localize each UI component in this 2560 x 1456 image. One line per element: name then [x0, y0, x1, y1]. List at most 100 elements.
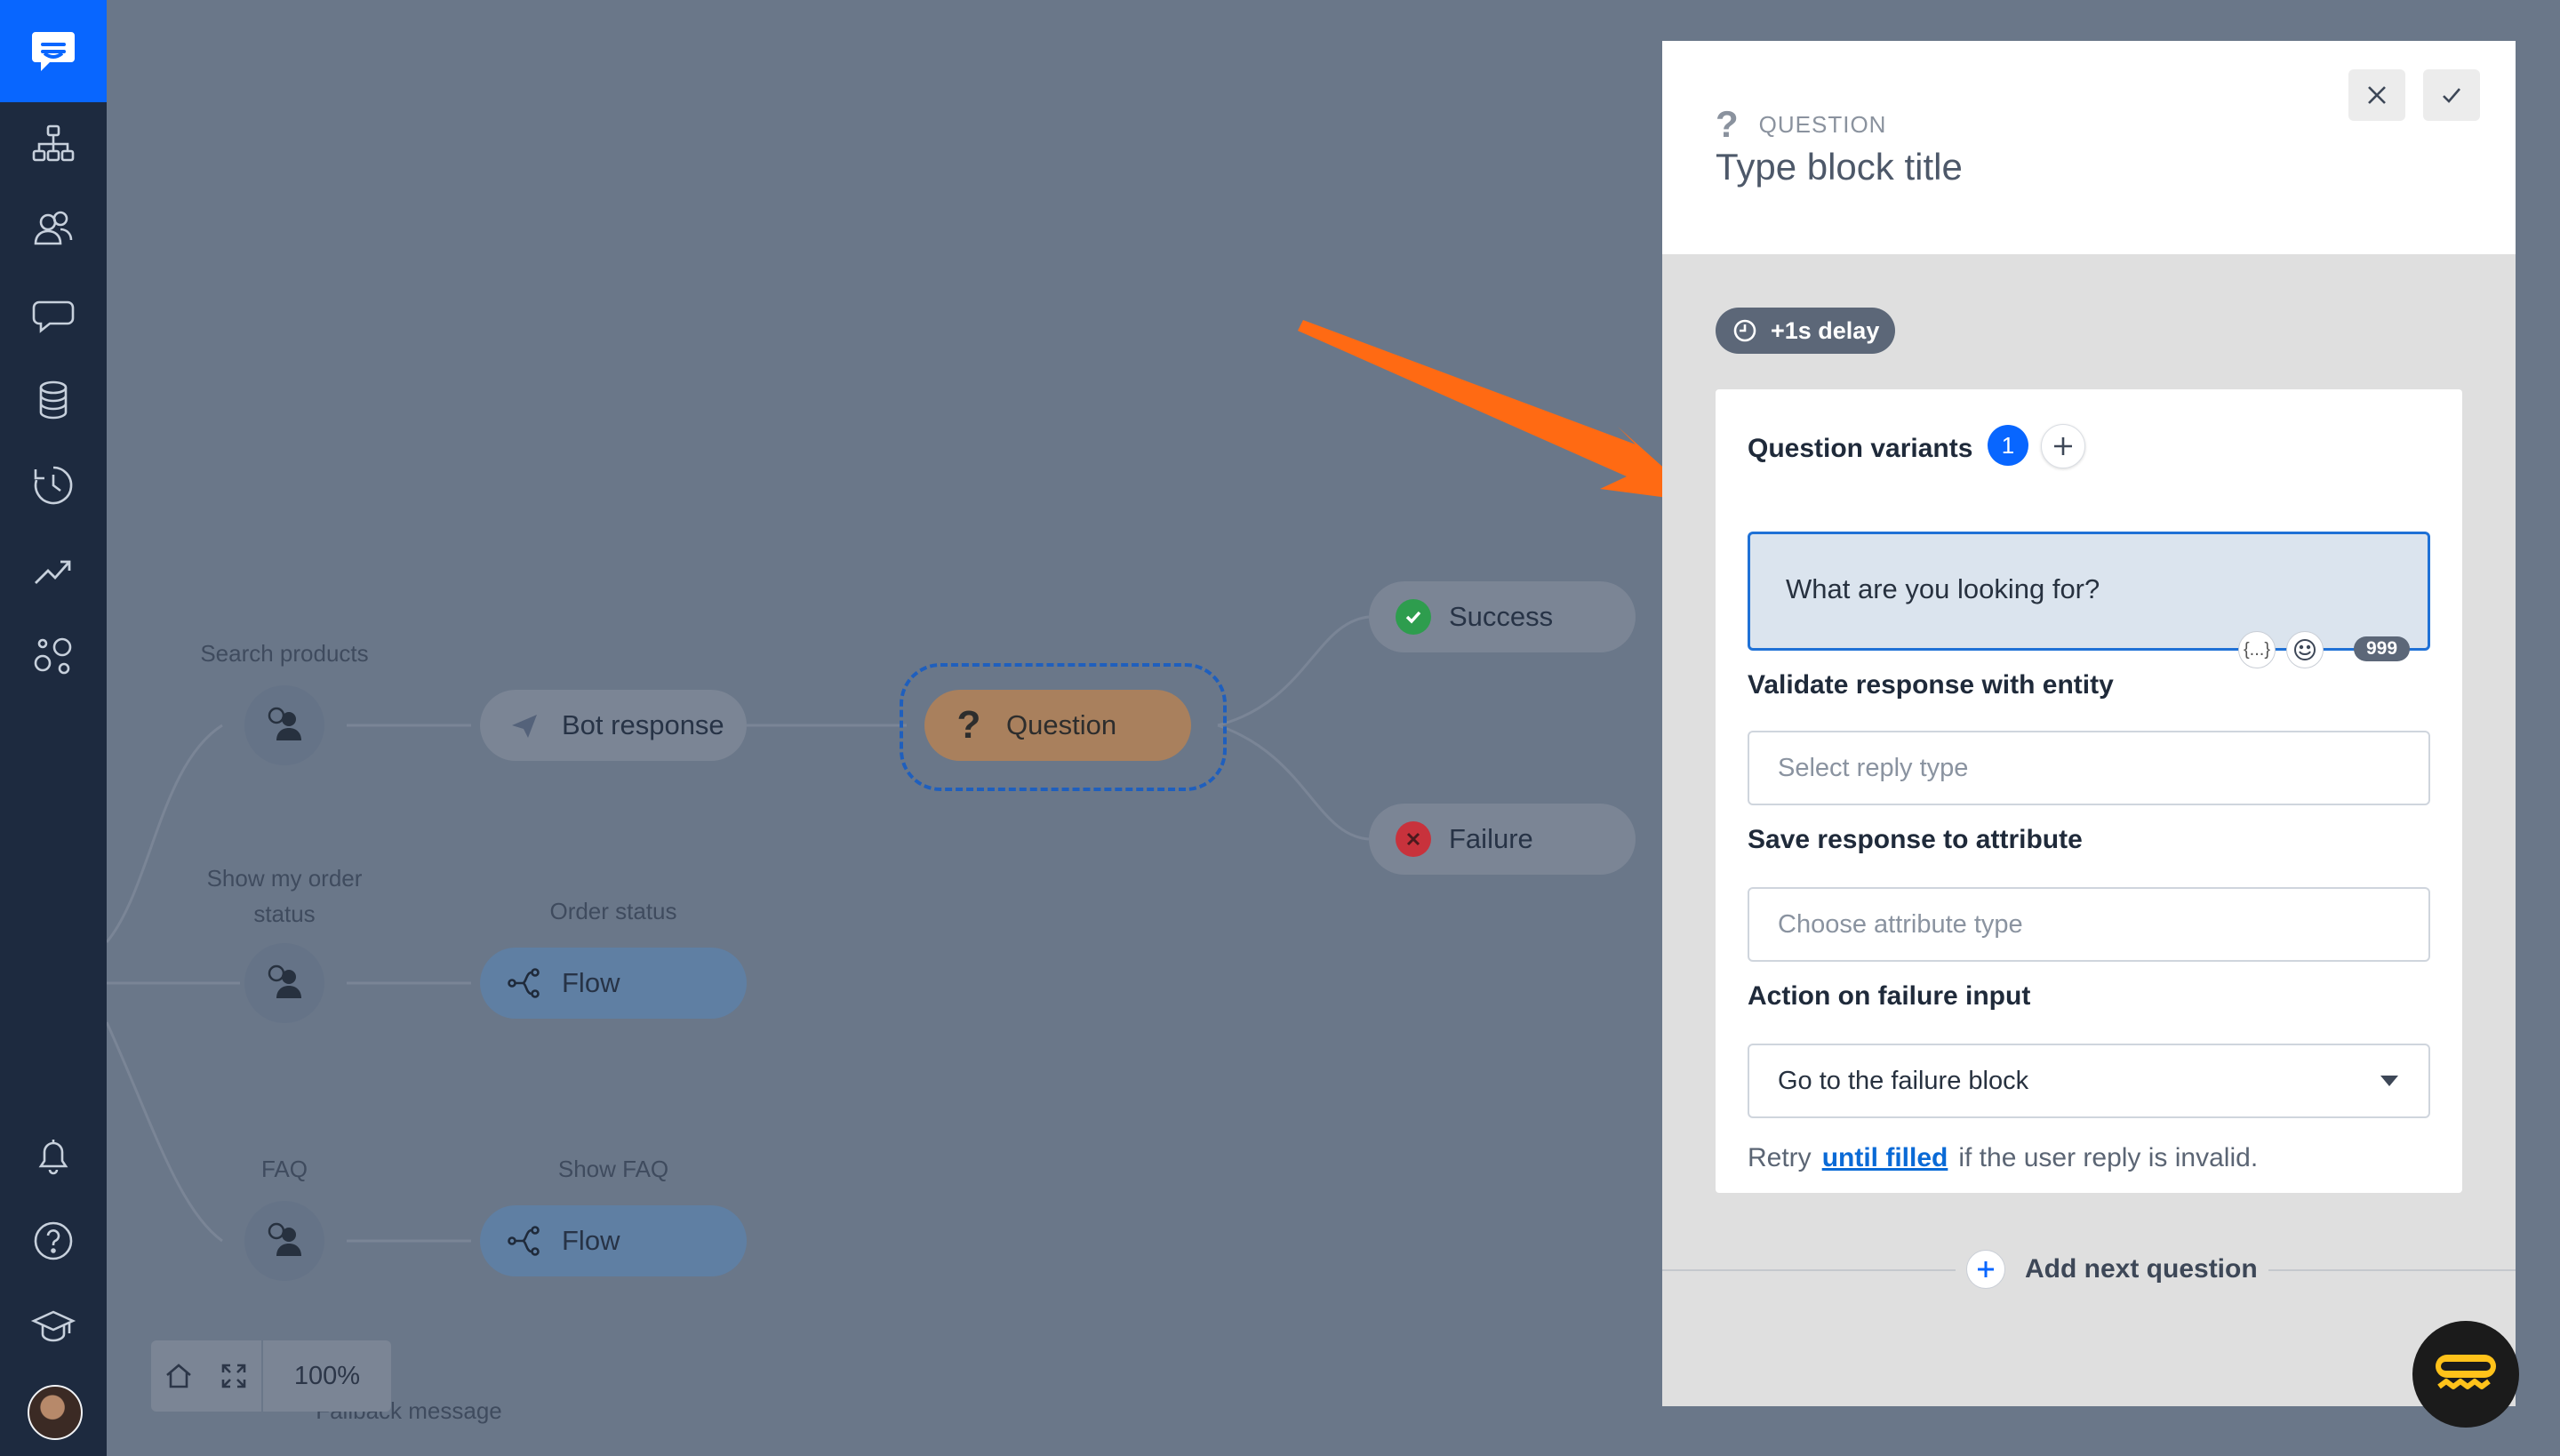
retry-suffix: if the user reply is invalid. [1958, 1143, 2259, 1172]
hotdog-mascot-icon [2436, 1355, 2496, 1389]
question-node[interactable]: ? Question [924, 690, 1191, 761]
timer-icon [1733, 319, 1756, 342]
node-label-search-products: Search products [200, 640, 369, 667]
emoji-button[interactable] [2286, 631, 2324, 668]
chat-bubble-logo-icon [32, 32, 75, 71]
order-status-flow-label: Flow [562, 967, 620, 998]
user-input-node[interactable] [244, 1201, 324, 1281]
nav-history[interactable] [27, 459, 80, 512]
validate-label-text: Validate response with entity [1748, 670, 2114, 700]
failure-node[interactable]: Failure [1369, 804, 1636, 875]
zoom-controls: 100% [151, 1340, 391, 1412]
retry-prefix: Retry [1748, 1143, 1812, 1172]
add-next-question-label: Add next question [2025, 1254, 2258, 1284]
nav-help[interactable] [27, 1214, 80, 1268]
expand-icon [221, 1364, 246, 1388]
delay-badge[interactable]: +1s delay [1716, 308, 1896, 354]
user-avatar[interactable] [28, 1385, 83, 1440]
x-circle-icon [1396, 821, 1431, 857]
show-faq-flow-node[interactable]: Flow [480, 1205, 747, 1276]
nav-conversations[interactable] [27, 288, 80, 341]
action-on-failure-select[interactable]: Go to the failure block [1748, 1044, 2430, 1118]
user-input-node[interactable] [244, 943, 324, 1023]
save-attribute-label: Save response to attribute [1748, 825, 2083, 854]
question-node-label: Question [1006, 709, 1117, 740]
fit-screen-button[interactable] [206, 1340, 261, 1412]
app-logo[interactable] [0, 0, 107, 102]
confirm-button[interactable] [2423, 69, 2480, 121]
block-title-input[interactable]: Type block title [1716, 146, 1963, 188]
block-type-label: QUESTION [1758, 110, 1887, 138]
checkmark-icon [2443, 88, 2460, 103]
variants-count-badge[interactable]: 1 [1988, 425, 2028, 466]
node-label-show-faq: Show FAQ [557, 1156, 669, 1182]
success-node[interactable]: Success [1369, 581, 1636, 652]
validate-entity-select[interactable]: Select reply type [1748, 731, 2430, 805]
panel-header: ? QUESTION Type block title [1662, 41, 2516, 254]
add-next-question-row: Add next question [1662, 1243, 2516, 1296]
flow-tree-icon [32, 124, 75, 162]
insert-variable-button[interactable]: {...} [2238, 631, 2276, 668]
analytics-trend-icon [35, 560, 71, 584]
home-button[interactable] [151, 1340, 206, 1412]
block-type: ? QUESTION [1716, 103, 1886, 146]
nav-flows[interactable] [27, 117, 80, 171]
retry-sentence: Retry until filled if the user reply is in… [1748, 1143, 2258, 1173]
question-mark-icon: ? [956, 703, 981, 747]
retry-until-filled-link[interactable]: until filled [1822, 1143, 1948, 1172]
nav-users[interactable] [27, 203, 80, 256]
action-on-failure-value: Go to the failure block [1778, 1066, 2029, 1095]
plus-icon [2054, 437, 2072, 455]
flow-branch-icon [508, 1226, 540, 1256]
question-settings-card: Question variants 1 What are you looking… [1716, 389, 2462, 1193]
save-attribute-select[interactable]: Choose attribute type [1748, 887, 2430, 962]
show-faq-flow-label: Flow [562, 1225, 620, 1256]
nav-data[interactable] [27, 373, 80, 427]
bot-response-node[interactable]: Bot response [480, 690, 747, 761]
flow-branch-icon [508, 968, 540, 998]
annotation-arrow [1298, 320, 1702, 502]
zoom-level: 100% [293, 1361, 361, 1390]
close-button[interactable] [2348, 69, 2405, 121]
nav-notifications[interactable] [27, 1129, 80, 1182]
add-next-question-button[interactable]: Add next question [1956, 1243, 2268, 1296]
success-label: Success [1449, 601, 1554, 632]
user-input-node[interactable] [244, 685, 324, 765]
emoji-smile-icon [2294, 639, 2316, 660]
caret-down-icon [2380, 1076, 2398, 1086]
node-label-show-order-status: Show my order status [206, 865, 363, 927]
close-icon [2368, 86, 2386, 104]
validate-label: Validate response with entity [1748, 638, 2114, 700]
add-variant-button[interactable] [2041, 424, 2085, 468]
database-icon [39, 380, 68, 420]
question-mark-icon: ? [1716, 103, 1740, 145]
history-clock-icon [34, 466, 73, 505]
send-paper-plane-icon [512, 715, 537, 738]
node-label-order-status: Order status [549, 898, 677, 924]
character-counter: 999 [2354, 636, 2411, 661]
integrations-icon [34, 637, 72, 675]
failure-label: Failure [1449, 823, 1533, 854]
conversation-icon [32, 300, 75, 333]
support-chat-button[interactable] [2412, 1321, 2519, 1428]
node-label-faq: FAQ [260, 1156, 308, 1182]
question-variants-label: Question variants [1748, 434, 1973, 463]
question-variant-input[interactable]: What are you looking for? [1748, 532, 2430, 651]
notifications-bell-icon [38, 1140, 68, 1175]
order-status-flow-node[interactable]: Flow [480, 948, 747, 1019]
nav-integrations[interactable] [27, 629, 80, 683]
user-chat-icon [268, 707, 301, 740]
plus-circle-icon [1966, 1250, 2005, 1289]
help-circle-icon [34, 1221, 73, 1260]
question-editor-panel: ? QUESTION Type block title +1s delay Qu… [1662, 41, 2516, 1406]
sidebar [0, 0, 107, 1456]
user-chat-icon [268, 964, 301, 998]
academy-cap-icon [30, 1310, 76, 1342]
user-chat-icon [268, 1222, 301, 1256]
nav-analytics[interactable] [27, 544, 80, 597]
users-icon [34, 211, 73, 245]
check-circle-icon [1396, 599, 1431, 635]
nav-academy[interactable] [27, 1300, 80, 1353]
action-on-failure-label: Action on failure input [1748, 981, 2031, 1011]
home-icon [166, 1364, 191, 1388]
